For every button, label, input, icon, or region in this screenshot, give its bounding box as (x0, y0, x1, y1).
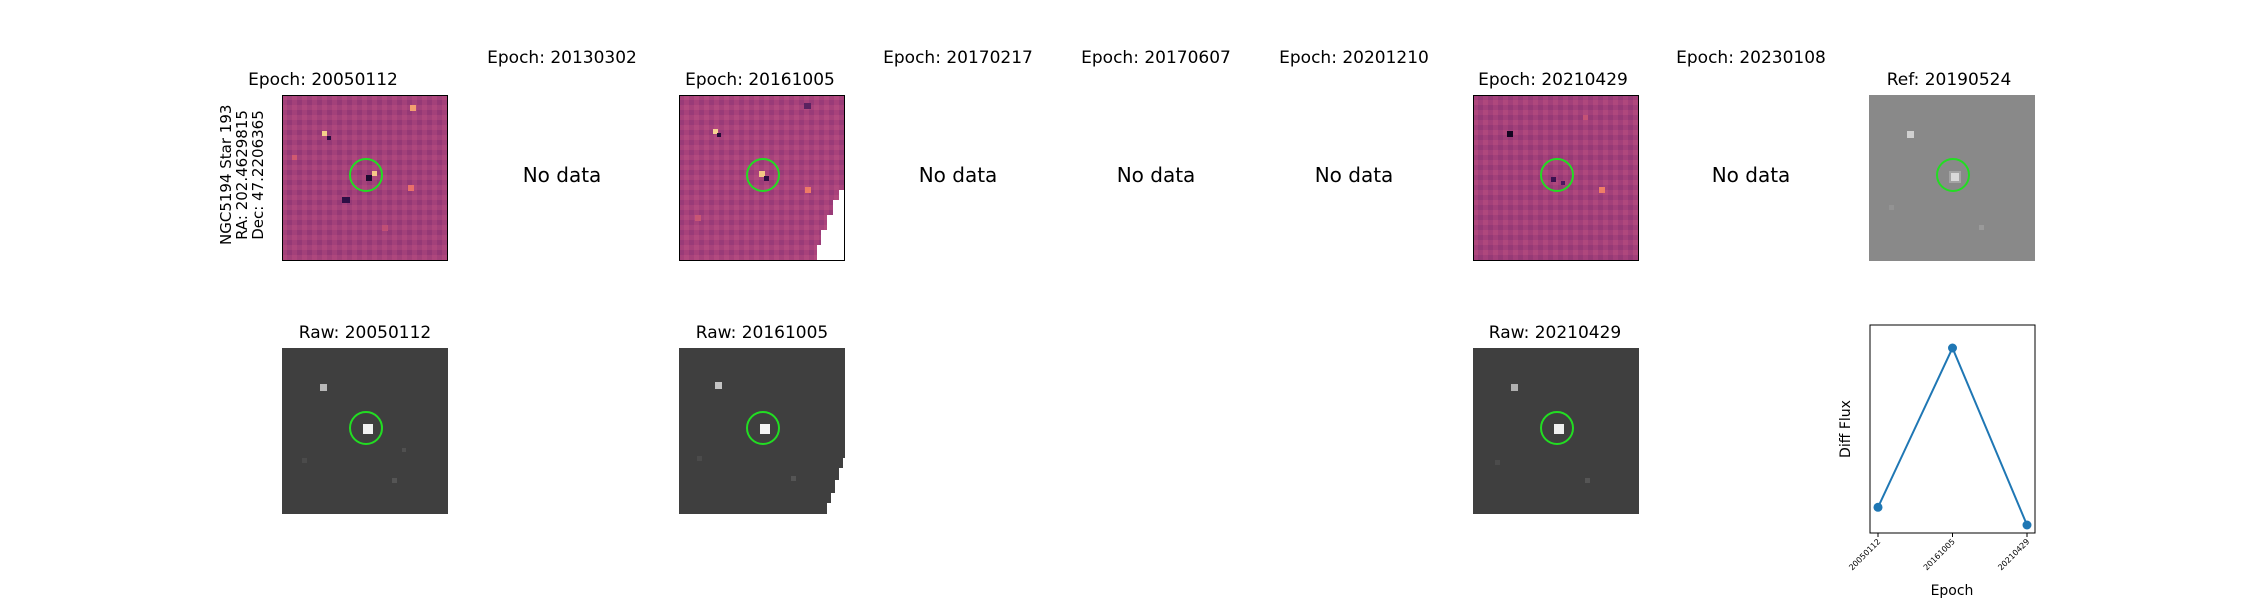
data-point-20161005 (1948, 343, 1957, 353)
diff-image-20210429 (1473, 95, 1639, 261)
x-tick-label-20161005: 20161005 (1922, 537, 1957, 572)
raw-title-20161005: Raw: 20161005 (695, 323, 829, 343)
diff-image-20050112 (282, 95, 448, 261)
target-dec: Dec: 47.2206365 (249, 110, 267, 240)
light-curve-chart: 20050112 20161005 20210429 Epoch Diff Flux (1830, 318, 2090, 600)
no-data-label-8: No data (1711, 163, 1791, 187)
raw-image-20050112 (282, 348, 448, 514)
x-axis-label: Epoch (1931, 583, 1974, 599)
no-data-label-6: No data (1314, 163, 1394, 187)
raw-image-20161005 (679, 348, 845, 514)
raw-title-20050112: Raw: 20050112 (298, 323, 432, 343)
epoch-title-6: Epoch: 20201210 (1279, 48, 1429, 68)
raw-image-20210429 (1473, 348, 1639, 514)
light-curve-svg: 20050112 20161005 20210429 Epoch Diff Flux (1838, 324, 2036, 599)
x-tick-label-20050112: 20050112 (1847, 537, 1882, 572)
epoch-title-8: Epoch: 20230108 (1676, 48, 1826, 68)
epoch-title-3: Epoch: 20161005 (685, 70, 835, 90)
x-tick-label-20210429: 20210429 (1996, 537, 2031, 572)
target-name: NGC5194 Star 193 (217, 104, 235, 245)
target-ra: RA: 202.4629815 (233, 110, 251, 240)
no-data-label-2: No data (522, 163, 602, 187)
data-point-20210429 (2022, 520, 2032, 530)
epoch-title-2: Epoch: 20130302 (487, 48, 637, 68)
epoch-title-1: Epoch: 20050112 (248, 70, 398, 90)
epoch-title-7: Epoch: 20210429 (1478, 70, 1628, 90)
reference-image (1869, 95, 2035, 261)
plot-frame (1869, 324, 2036, 534)
raw-title-20210429: Raw: 20210429 (1488, 323, 1622, 343)
y-axis-label: Diff Flux (1838, 400, 1854, 458)
reference-title: Ref: 20190524 (1886, 70, 2012, 90)
diff-image-20161005 (679, 95, 845, 261)
data-point-20050112 (1873, 502, 1883, 512)
